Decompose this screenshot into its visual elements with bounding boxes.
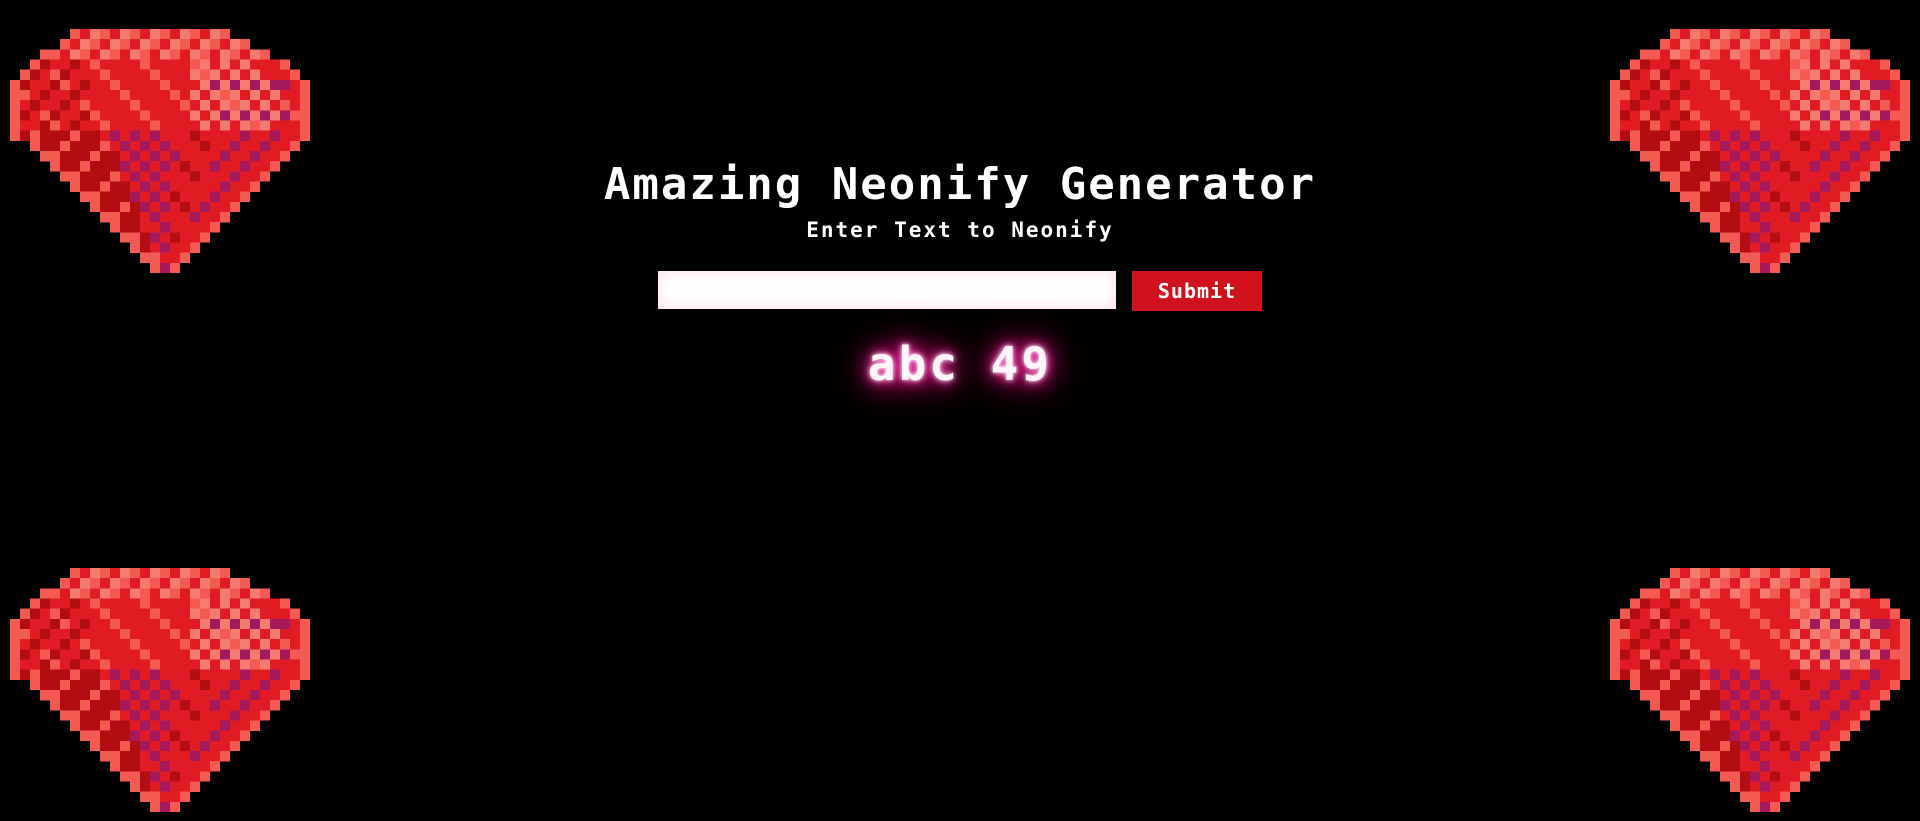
neon-text-input[interactable] <box>658 271 1116 309</box>
page-title: Amazing Neonify Generator <box>603 159 1317 210</box>
ruby-gem-icon-bottom-left <box>10 568 310 812</box>
neon-output-text: abc 49 <box>867 337 1053 391</box>
ruby-gem-icon-bottom-right <box>1610 568 1910 812</box>
submit-button[interactable]: Submit <box>1132 271 1262 311</box>
page-subtitle: Enter Text to Neonify <box>806 218 1114 242</box>
